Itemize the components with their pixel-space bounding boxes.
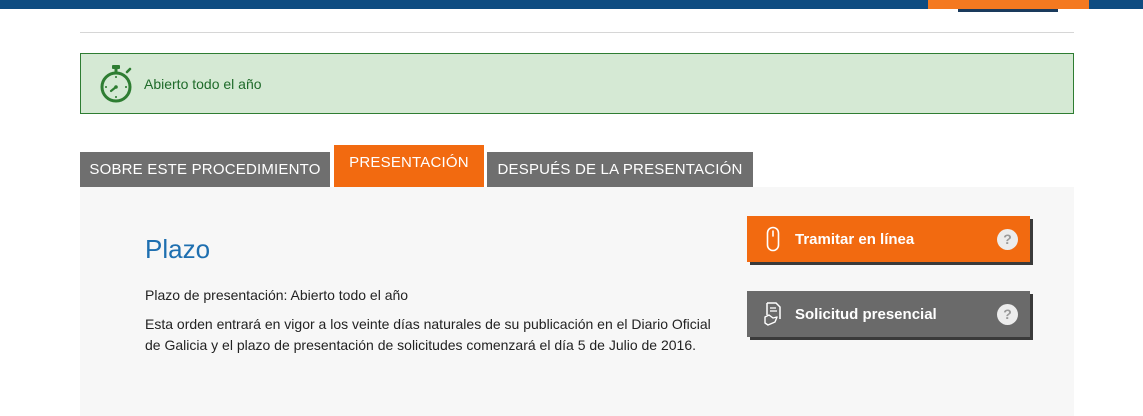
stopwatch-icon <box>100 64 132 102</box>
tab-content-panel: Plazo Plazo de presentación: Abierto tod… <box>80 187 1074 416</box>
section-divider <box>80 32 1074 33</box>
status-banner: Abierto todo el año <box>80 53 1074 114</box>
help-icon[interactable]: ? <box>997 228 1018 250</box>
help-icon[interactable]: ? <box>997 303 1018 325</box>
tramitar-en-linea-label: Tramitar en línea <box>795 230 915 248</box>
document-hand-icon <box>763 300 783 328</box>
tab-despues-de-la-presentacion[interactable]: DESPUÉS DE LA PRESENTACIÓN <box>487 152 753 187</box>
tab-presentacion[interactable]: PRESENTACIÓN <box>334 145 484 187</box>
tab-sobre-este-procedimiento[interactable]: SOBRE ESTE PROCEDIMIENTO <box>80 152 330 187</box>
section-title: Plazo <box>145 234 211 264</box>
top-header-accent <box>928 0 1089 9</box>
mouse-icon <box>763 225 783 253</box>
solicitud-presencial-button[interactable]: Solicitud presencial ? <box>747 291 1030 337</box>
status-text: Abierto todo el año <box>144 75 262 92</box>
tramitar-en-linea-button[interactable]: Tramitar en línea ? <box>747 216 1030 262</box>
solicitud-presencial-label: Solicitud presencial <box>795 305 937 323</box>
deadline-summary: Plazo de presentación: Abierto todo el a… <box>145 287 409 303</box>
deadline-description: Esta orden entrará en vigor a los veinte… <box>145 316 711 353</box>
top-header-accent-line <box>958 9 1058 12</box>
